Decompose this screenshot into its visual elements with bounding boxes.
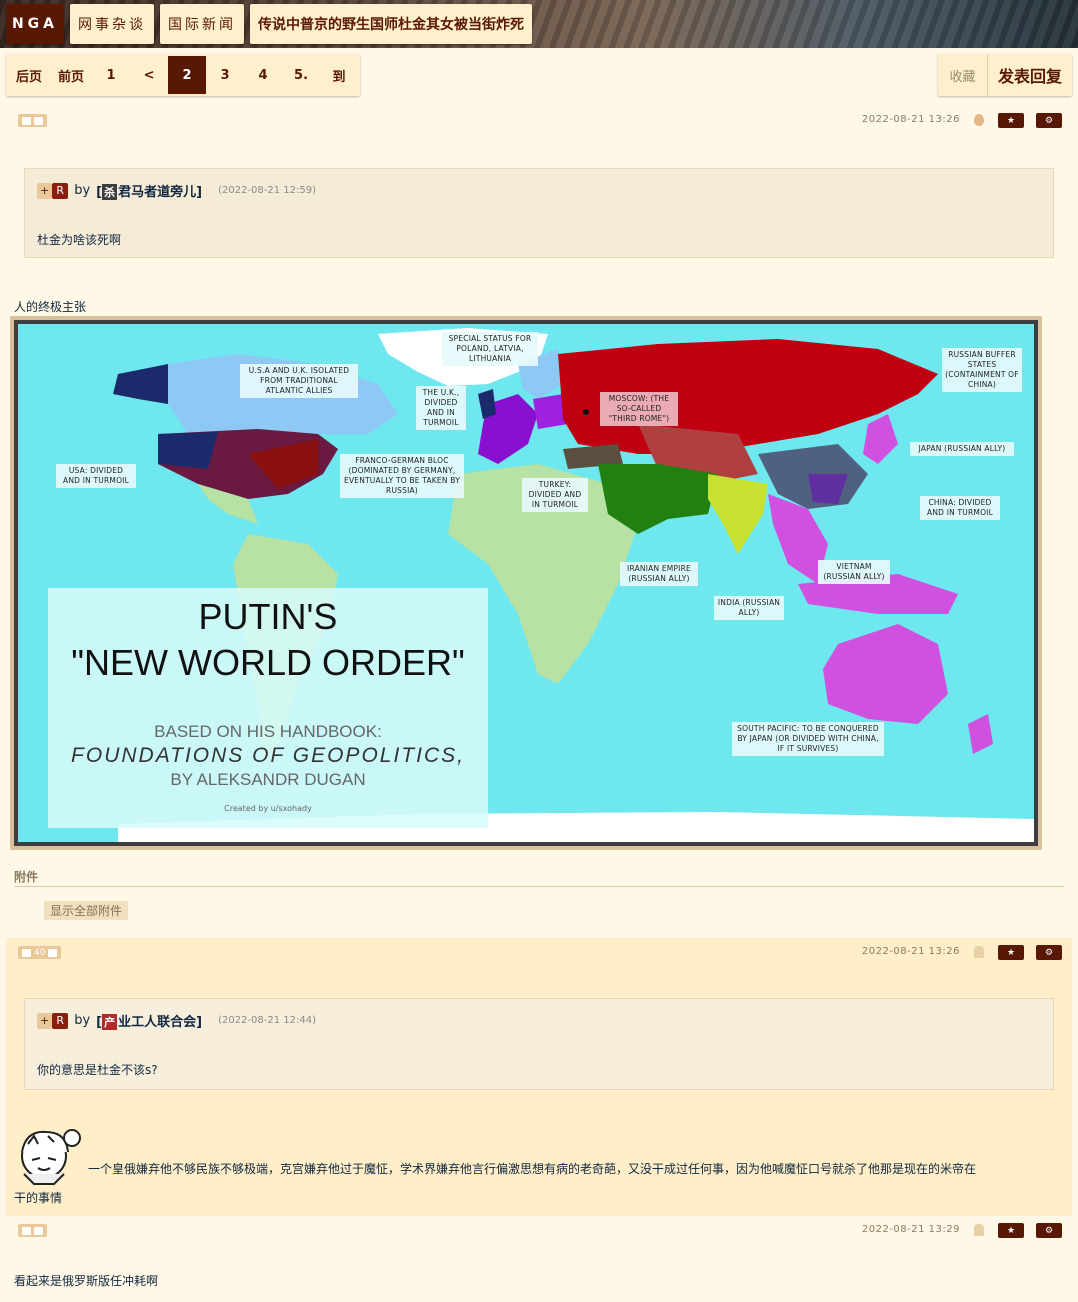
post-date: 2022-08-21 13:29 <box>861 1224 960 1235</box>
page-2-button[interactable]: 2 <box>168 56 207 94</box>
breadcrumb: NGA 网事杂谈 国际新闻 传说中普京的野生国师杜金其女被当街炸死 <box>6 4 532 44</box>
thumbs-down-icon[interactable] <box>34 1226 43 1235</box>
reply-badge: R <box>52 182 69 199</box>
apple-icon <box>974 114 984 126</box>
quote-date: (2022-08-21 12:44) <box>218 1015 316 1026</box>
quote-body: 杜金为啥该死啊 <box>37 233 122 247</box>
map-label-china: CHINA: DIVIDED AND IN TURMOIL <box>920 496 1000 520</box>
map-label-franco: FRANCO-GERMAN BLOC (DOMINATED BY GERMANY… <box>340 454 464 498</box>
page-back-button[interactable]: < <box>130 56 168 94</box>
quote-expand-button[interactable]: + <box>37 182 53 199</box>
quote-date: (2022-08-21 12:59) <box>218 185 316 196</box>
thread-actions: 收藏 发表回复 <box>937 54 1072 96</box>
vote-count: 40 <box>34 947 46 958</box>
star-icon[interactable]: ★ <box>998 945 1024 960</box>
pagination: 后页 前页 1 < 2 3 4 5. 到 <box>6 54 361 96</box>
post-2: 40 2022-08-21 13:26 ★ ⚙ + R by [产业工人联合会]… <box>6 938 1072 1216</box>
map-label-special: SPECIAL STATUS FOR POLAND, LATVIA, LITHU… <box>442 332 538 366</box>
android-icon <box>974 1224 984 1236</box>
page-4-button[interactable]: 4 <box>244 56 282 94</box>
map-title-line2: "NEW WORLD ORDER" <box>71 642 465 683</box>
quote-author[interactable]: [产业工人联合会] <box>96 1011 202 1030</box>
map-credit: Created by u/sxohady <box>224 804 312 813</box>
map-label-usa: USA: DIVIDED AND IN TURMOIL <box>56 464 136 488</box>
quote-block: + R by [产业工人联合会] (2022-08-21 12:44) 你的意思… <box>24 998 1054 1090</box>
emoticon-sticker <box>21 1129 81 1185</box>
map-label-moscow: MOSCOW: (THE SO-CALLED "THIRD ROME") <box>600 392 678 426</box>
user-badge: 杀 <box>102 184 118 200</box>
thumbs-up-icon[interactable] <box>22 948 31 957</box>
thumbs-up-icon[interactable] <box>22 116 31 125</box>
map-label-iran: IRANIAN EMPIRE (RUSSIAN ALLY) <box>620 562 698 586</box>
map-label-japan: JAPAN (RUSSIAN ALLY) <box>910 442 1014 456</box>
reply-button[interactable]: 发表回复 <box>988 54 1072 96</box>
post-text: 一个皇俄嫌弃他不够民族不够极端，克宫嫌弃他过于魔怔，学术界嫌弃他言行偏激思想有病… <box>88 1162 977 1176</box>
map-author: BY ALEKSANDR DUGAN <box>170 770 366 789</box>
prev-page-button[interactable]: 前页 <box>50 56 92 94</box>
gear-icon[interactable]: ⚙ <box>1036 113 1062 128</box>
quote-by: by <box>74 1013 91 1028</box>
gear-icon[interactable]: ⚙ <box>1036 945 1062 960</box>
post-text: 看起来是俄罗斯版任冲耗啊 <box>14 1274 159 1288</box>
forum-link-wangshi[interactable]: 网事杂谈 <box>70 4 154 44</box>
attachments-label: 附件 <box>14 870 39 884</box>
post-date: 2022-08-21 13:26 <box>861 114 960 125</box>
map-label-usa-uk: U.S.A AND U.K. ISOLATED FROM TRADITIONAL… <box>240 364 358 398</box>
map-book: FOUNDATIONS OF GEOPOLITICS, <box>71 744 465 767</box>
thread-title[interactable]: 传说中普京的野生国师杜金其女被当街炸死 <box>250 4 532 44</box>
quote-author[interactable]: [杀君马者道旁儿] <box>96 181 202 200</box>
vote-buttons[interactable] <box>18 1224 47 1237</box>
thumbs-down-icon[interactable] <box>34 116 43 125</box>
quote-by: by <box>74 183 91 198</box>
post-text-line2: 干的事情 <box>14 1191 63 1205</box>
quote-expand-button[interactable]: + <box>37 1012 53 1029</box>
map-label-india: INDIA (RUSSIAN ALLY) <box>714 596 784 620</box>
attachments-divider <box>14 886 1064 887</box>
post-3: 2022-08-21 13:29 ★ ⚙ 看起来是俄罗斯版任冲耗啊 <box>6 1216 1072 1300</box>
nga-logo[interactable]: NGA <box>6 4 64 44</box>
user-badge: 产 <box>102 1014 118 1030</box>
post-text: 人的终极主张 <box>14 300 87 314</box>
map-label-buffer: RUSSIAN BUFFER STATES (CONTAINMENT OF CH… <box>942 348 1022 392</box>
show-all-attachments-button[interactable]: 显示全部附件 <box>44 901 129 920</box>
thumbs-down-icon[interactable] <box>48 948 58 957</box>
vote-buttons[interactable]: 40 <box>18 946 62 959</box>
map-label-uk: THE U.K., DIVIDED AND IN TURMOIL <box>416 386 466 430</box>
quote-body: 你的意思是杜金不该s? <box>37 1063 158 1077</box>
map-label-pacific: SOUTH PACIFIC: TO BE CONQUERED BY JAPAN … <box>732 722 884 756</box>
favorite-button[interactable]: 收藏 <box>938 54 988 96</box>
gear-icon[interactable]: ⚙ <box>1036 1223 1062 1238</box>
forum-link-guoji[interactable]: 国际新闻 <box>160 4 244 44</box>
quote-block: + R by [杀君马者道旁儿] (2022-08-21 12:59) 杜金为啥… <box>24 168 1054 258</box>
page-1-button[interactable]: 1 <box>92 56 130 94</box>
goto-page-button[interactable]: 到 <box>320 56 358 94</box>
page-3-button[interactable]: 3 <box>206 56 244 94</box>
map-label-vietnam: VIETNAM (RUSSIAN ALLY) <box>818 560 890 584</box>
vote-buttons[interactable] <box>18 114 47 127</box>
reply-badge: R <box>52 1012 69 1029</box>
map-title-box: PUTIN'S "NEW WORLD ORDER" BASED ON HIS H… <box>48 588 488 828</box>
star-icon[interactable]: ★ <box>998 1223 1024 1238</box>
android-icon <box>974 946 984 958</box>
map-based-on: BASED ON HIS HANDBOOK: <box>154 722 382 741</box>
map-label-turkey: TURKEY: DIVIDED AND IN TURMOIL <box>522 478 588 512</box>
page-5-button[interactable]: 5. <box>282 56 320 94</box>
post-date: 2022-08-21 13:26 <box>861 946 960 957</box>
post-image-map[interactable]: SPECIAL STATUS FOR POLAND, LATVIA, LITHU… <box>10 316 1042 850</box>
last-page-button[interactable]: 后页 <box>8 56 50 94</box>
map-title-line1: PUTIN'S <box>198 596 338 637</box>
thumbs-up-icon[interactable] <box>22 1226 31 1235</box>
star-icon[interactable]: ★ <box>998 113 1024 128</box>
